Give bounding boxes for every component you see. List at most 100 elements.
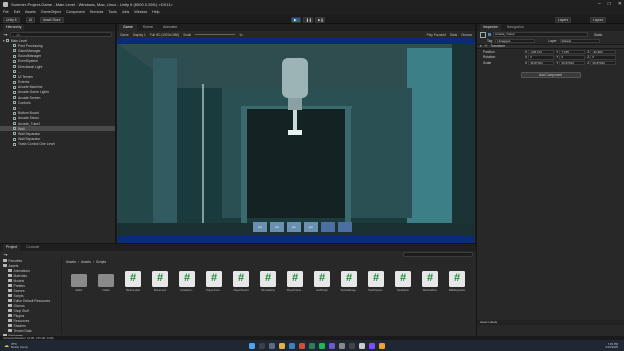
- account-button[interactable]: Unity 6: [3, 16, 20, 23]
- store-icon[interactable]: [308, 342, 315, 349]
- search-icon[interactable]: [258, 342, 265, 349]
- play-button[interactable]: ▶: [291, 16, 301, 23]
- tab-inspector[interactable]: Inspector: [480, 24, 501, 31]
- script-asset[interactable]: PlayerSound: [228, 271, 254, 292]
- hud-button-4[interactable]: Lin: [304, 222, 318, 232]
- transform-x-field[interactable]: 0: [528, 55, 555, 60]
- axis-label[interactable]: X: [525, 50, 527, 54]
- axis-label[interactable]: Z: [587, 61, 589, 65]
- transform-y-field[interactable]: 7.185: [559, 49, 586, 54]
- menu-edit[interactable]: Edit: [14, 10, 20, 14]
- step-button[interactable]: ▶❚: [315, 16, 325, 23]
- project-search-input[interactable]: [403, 252, 473, 257]
- script-asset[interactable]: PauseMenu: [255, 271, 281, 292]
- pause-button[interactable]: ❚❚: [303, 16, 313, 23]
- gizmos-toggle[interactable]: Gizmos: [461, 33, 472, 37]
- folder-asset[interactable]: Editor: [66, 271, 92, 292]
- script-asset[interactable]: ButtonLabel: [120, 271, 146, 292]
- tab-hierarchy[interactable]: Hierarchy: [3, 24, 25, 31]
- menu-gameobject[interactable]: GameObject: [41, 10, 61, 14]
- chrome-icon[interactable]: [298, 342, 305, 349]
- static-toggle[interactable]: Static: [594, 33, 602, 37]
- weather-widget[interactable]: ☁ 78°F Mostly cloudy: [4, 342, 28, 349]
- script-asset[interactable]: NewMenu: [390, 271, 416, 292]
- file-explorer-icon[interactable]: [278, 342, 285, 349]
- clock[interactable]: 7:45 PM 6/15/2025: [606, 342, 618, 349]
- hud-slot-2[interactable]: [338, 222, 352, 232]
- play-focused-dropdown[interactable]: Play Focused: [427, 33, 446, 37]
- transform-x-field[interactable]: -235.672: [528, 49, 555, 54]
- menu-tools[interactable]: Tools: [108, 10, 116, 14]
- hierarchy-item[interactable]: Trash Control One Level: [0, 142, 115, 147]
- transform-y-field[interactable]: 0: [559, 55, 586, 60]
- axis-label[interactable]: Z: [587, 50, 589, 54]
- transform-z-field[interactable]: 36.87024: [590, 60, 617, 65]
- tab-scene[interactable]: Scene: [139, 24, 157, 31]
- layer-dropdown[interactable]: Default: [559, 38, 600, 43]
- folder-asset[interactable]: Folder: [93, 271, 119, 292]
- script-asset[interactable]: Movement: [147, 271, 173, 292]
- tag-dropdown[interactable]: Untagged: [495, 38, 536, 43]
- breadcrumb-item[interactable]: Scripts: [96, 260, 106, 264]
- close-button[interactable]: ✕: [618, 1, 622, 7]
- task-view-icon[interactable]: [268, 342, 275, 349]
- hud-button-3[interactable]: Lin: [287, 222, 301, 232]
- script-asset[interactable]: TrashSpawn...: [363, 271, 389, 292]
- hud-button-2[interactable]: Lin: [270, 222, 284, 232]
- menu-jobs[interactable]: Jobs: [122, 10, 130, 14]
- transform-z-field[interactable]: -32.984: [590, 49, 617, 54]
- collapse-icon[interactable]: ▾: [480, 44, 482, 48]
- hierarchy-search-input[interactable]: All: [10, 32, 112, 37]
- maximize-button[interactable]: □: [608, 1, 611, 7]
- asset-store-button[interactable]: Asset Store: [40, 16, 64, 23]
- unity-icon[interactable]: [358, 342, 365, 349]
- axis-label[interactable]: X: [525, 61, 527, 65]
- script-asset[interactable]: HudScript: [309, 271, 335, 292]
- menu-file[interactable]: File: [3, 10, 9, 14]
- tab-animator[interactable]: Animator: [159, 24, 181, 31]
- axis-label[interactable]: Y: [556, 55, 558, 59]
- menu-services[interactable]: Services: [90, 10, 104, 14]
- transform-y-field[interactable]: 36.87024: [559, 60, 586, 65]
- expand-icon[interactable]: ▾: [3, 39, 5, 43]
- add-component-button[interactable]: Add Component: [520, 71, 581, 78]
- visual-studio-icon[interactable]: [368, 342, 375, 349]
- menu-component[interactable]: Component: [66, 10, 85, 14]
- script-asset[interactable]: PlayerCame...: [282, 271, 308, 292]
- game-viewport[interactable]: Lin Lin Lin Lin: [117, 38, 475, 243]
- spotify-icon[interactable]: [318, 342, 325, 349]
- axis-label[interactable]: Y: [556, 61, 558, 65]
- menu-assets[interactable]: Assets: [25, 10, 36, 14]
- edge-icon[interactable]: [288, 342, 295, 349]
- script-asset[interactable]: ButtonMove: [417, 271, 443, 292]
- start-icon[interactable]: [248, 342, 255, 349]
- layers-dropdown[interactable]: Layers: [555, 16, 572, 23]
- scale-slider[interactable]: [195, 34, 236, 35]
- ai-button[interactable]: AI: [26, 16, 36, 23]
- active-checkbox[interactable]: [488, 33, 491, 36]
- hud-button-1[interactable]: Lin: [253, 222, 267, 232]
- script-asset[interactable]: ScoreManag...: [336, 271, 362, 292]
- menu-help[interactable]: Help: [152, 10, 159, 14]
- add-icon[interactable]: +▾: [3, 32, 7, 37]
- tab-project[interactable]: Project: [3, 244, 21, 251]
- game-mode-dropdown[interactable]: Game: [120, 33, 129, 37]
- tab-navigation[interactable]: Navigation: [504, 24, 527, 31]
- app-icon[interactable]: [378, 342, 385, 349]
- transform-z-field[interactable]: 0: [590, 55, 617, 60]
- resolution-dropdown[interactable]: Full HD (1920x1080): [150, 33, 179, 37]
- transform-x-field[interactable]: 36.87024: [528, 60, 555, 65]
- script-asset[interactable]: WallSeparator: [444, 271, 470, 292]
- display-dropdown[interactable]: Display 1: [133, 33, 146, 37]
- object-name-field[interactable]: Arcade_Tube2: [493, 32, 588, 37]
- add-icon[interactable]: +▾: [3, 252, 7, 257]
- script-asset[interactable]: PlayerCont...: [201, 271, 227, 292]
- menu-window[interactable]: Window: [134, 10, 147, 14]
- unity-hub-icon[interactable]: [348, 342, 355, 349]
- axis-label[interactable]: Y: [556, 50, 558, 54]
- layout-dropdown[interactable]: Layout: [590, 16, 607, 23]
- stats-toggle[interactable]: Stats: [450, 33, 457, 37]
- axis-label[interactable]: X: [525, 55, 527, 59]
- script-asset[interactable]: ArcadeCo...: [174, 271, 200, 292]
- breadcrumb-item[interactable]: Assets: [81, 260, 91, 264]
